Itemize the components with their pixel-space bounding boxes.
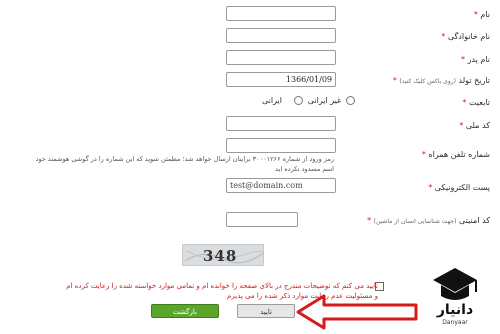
back-button[interactable]: بازگشت [151,304,219,318]
security-code-label: * (جهت شناسایی انسان از ماشین) کد امنیتی [367,216,490,225]
last-name-label: * نام خانوادگی [441,32,490,41]
phone-input[interactable] [226,138,336,153]
birth-date-input[interactable]: 1366/01/09 [226,72,336,87]
first-name-input[interactable] [226,6,336,21]
email-input[interactable]: test@domain.com [226,178,336,193]
nationality-radio-group: غیر ایرانی ایرانی [262,96,357,105]
national-code-label: * کد ملی [459,121,490,130]
phone-note-line2: اسم مسدود نکرده اید [275,165,334,173]
nationality-label: * تابعیت [462,98,490,107]
svg-text:Danyaar: Danyaar [442,319,468,326]
required-star: * [473,10,478,19]
terms-line1: تایید می کنم که توضیحات مندرج در بالای ص… [66,282,378,290]
father-name-input[interactable] [226,50,336,65]
nationality-non-iranian-radio[interactable] [294,96,304,105]
arrow-annotation [296,294,418,330]
birth-date-label: * (روی باکس کلیک کنید) تاریخ تولد [392,76,490,85]
captcha-text: 348 [203,247,238,265]
nationality-option-non-iranian: غیر ایرانی [307,96,342,105]
first-name-label: * نام [473,10,490,19]
national-code-input[interactable] [226,116,336,131]
phone-note-line1: رمز ورود از شماره ۳۰۰۰۱۲۶۶ برایتان ارسال… [35,155,334,163]
nationality-option-iranian: ایرانی [262,96,282,105]
email-label: * پست الکترونیکی [428,183,490,192]
last-name-input[interactable] [226,28,336,43]
danyaar-logo: دانیار Danyaar [425,258,485,326]
phone-label: * شماره تلفن همراه [421,150,490,159]
nationality-iranian-radio[interactable] [345,96,355,105]
security-code-input[interactable] [226,212,298,227]
father-name-label: * نام پدر [461,55,490,64]
captcha-image: 348 [182,244,264,266]
svg-text:دانیار: دانیار [436,302,473,318]
confirm-button[interactable]: تایید [237,304,295,318]
